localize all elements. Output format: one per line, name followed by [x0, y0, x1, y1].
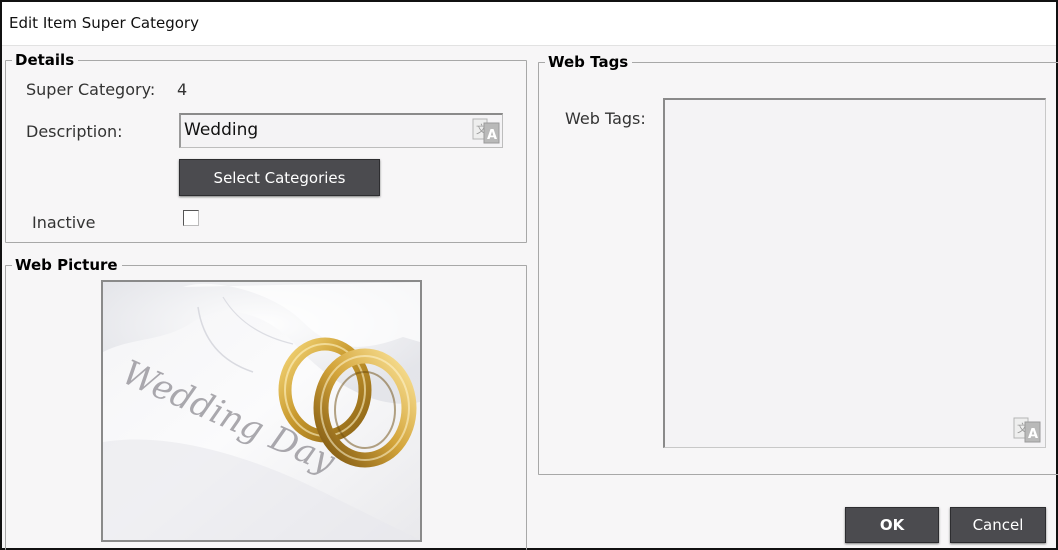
- details-legend: Details: [12, 51, 79, 69]
- svg-text:A: A: [487, 128, 497, 143]
- description-input-value: Wedding: [184, 120, 259, 140]
- translate-icon[interactable]: 文 A: [472, 118, 500, 144]
- super-category-label: Super Category:: [26, 80, 156, 99]
- edit-item-super-category-dialog: Edit Item Super Category Details Super C…: [0, 0, 1058, 550]
- ok-button[interactable]: OK: [845, 507, 939, 543]
- inactive-label: Inactive: [32, 213, 96, 232]
- svg-text:A: A: [1028, 427, 1038, 442]
- cancel-button[interactable]: Cancel: [950, 507, 1046, 543]
- wedding-rings-picture: Wedding Day: [103, 282, 420, 540]
- title-bar: Edit Item Super Category: [2, 2, 1056, 46]
- dialog-title: Edit Item Super Category: [9, 14, 199, 32]
- inactive-checkbox[interactable]: [183, 210, 199, 226]
- web-tags-label: Web Tags:: [565, 109, 646, 128]
- description-input[interactable]: Wedding 文 A: [179, 113, 503, 148]
- description-label: Description:: [26, 122, 123, 141]
- select-categories-button[interactable]: Select Categories: [179, 159, 380, 196]
- web-picture-legend: Web Picture: [12, 256, 122, 274]
- web-picture-image[interactable]: Wedding Day: [101, 280, 422, 542]
- web-tags-legend: Web Tags: [545, 53, 633, 71]
- web-tags-textarea[interactable]: 文 A: [663, 98, 1046, 448]
- super-category-value: 4: [177, 80, 188, 99]
- web-tags-translate-icon[interactable]: 文 A: [1013, 417, 1041, 443]
